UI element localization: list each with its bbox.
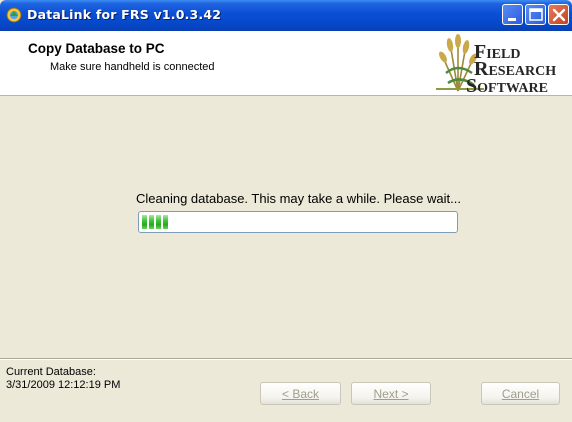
back-button[interactable]: < Back xyxy=(260,382,341,405)
progress-chunk xyxy=(156,215,161,229)
progress-chunk xyxy=(149,215,154,229)
cancel-button[interactable]: Cancel xyxy=(481,382,560,405)
status-message: Cleaning database. This may take a while… xyxy=(136,191,461,206)
logo-line-software: SOFTWARE xyxy=(466,75,548,97)
maximize-button[interactable] xyxy=(525,4,546,25)
progress-fill xyxy=(142,215,168,229)
minimize-icon xyxy=(508,18,516,21)
minimize-button[interactable] xyxy=(502,4,523,25)
close-icon xyxy=(552,8,566,22)
maximize-icon xyxy=(529,8,543,21)
progress-bar xyxy=(138,211,458,233)
page-subtitle: Make sure handheld is connected xyxy=(50,61,215,73)
title-bar[interactable]: DataLink for FRS v1.0.3.42 xyxy=(0,0,572,31)
progress-chunk xyxy=(142,215,147,229)
next-button[interactable]: Next > xyxy=(351,382,431,405)
page-title: Copy Database to PC xyxy=(28,41,165,56)
current-database-label: Current Database: xyxy=(6,366,96,378)
current-database-value: 3/31/2009 12:12:19 PM xyxy=(6,379,121,391)
window-title: DataLink for FRS v1.0.3.42 xyxy=(27,7,222,22)
close-button[interactable] xyxy=(548,4,569,25)
app-icon[interactable] xyxy=(6,7,22,23)
footer-divider xyxy=(0,358,572,360)
progress-chunk xyxy=(163,215,168,229)
